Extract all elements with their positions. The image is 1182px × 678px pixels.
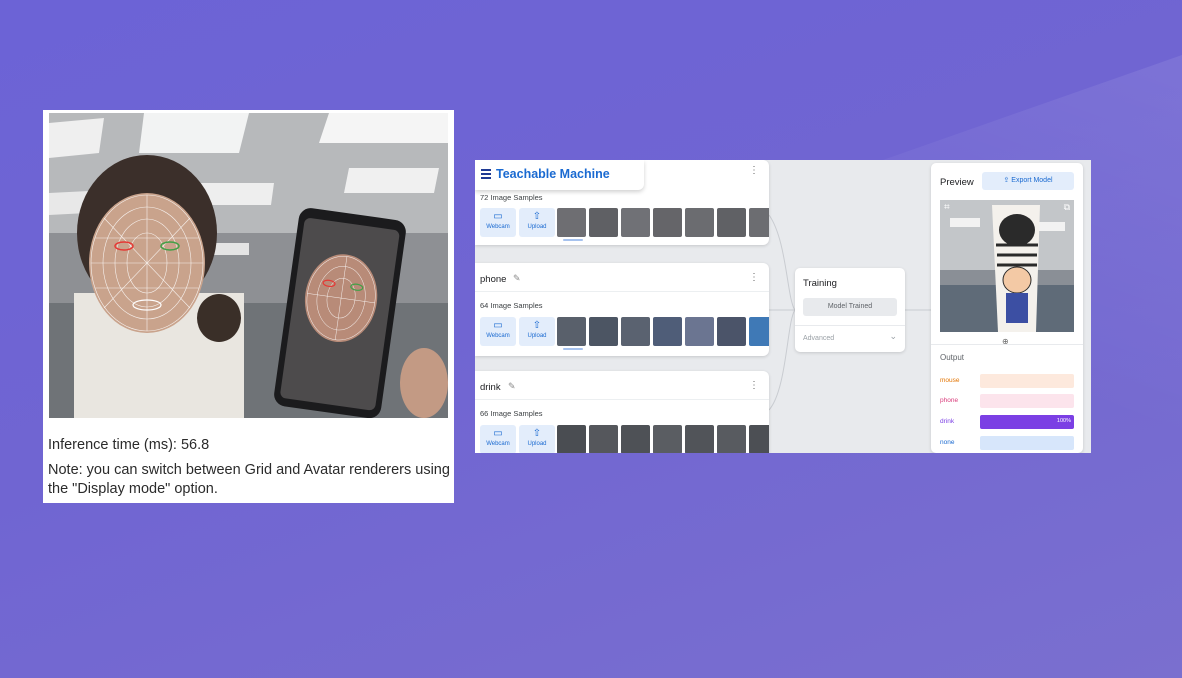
chevron-down-icon[interactable]: ⌄ (889, 331, 897, 342)
inference-time-text: Inference time (ms): 56.8 (48, 437, 210, 453)
sample-thumbnail[interactable] (589, 425, 618, 453)
face-mesh-camera-feed (49, 113, 448, 418)
sample-thumbnail[interactable] (749, 317, 769, 346)
sample-thumbnail[interactable] (557, 425, 586, 453)
sample-thumbnail[interactable] (685, 317, 714, 346)
output-class-name: phone (940, 397, 959, 404)
more-options-icon[interactable]: ⋮ (749, 272, 759, 283)
output-confidence-bar (980, 394, 1074, 408)
display-mode-note: Note: you can switch between Grid and Av… (48, 462, 450, 497)
edit-name-icon[interactable]: ✎ (508, 381, 516, 392)
sample-thumbnail[interactable] (621, 208, 650, 237)
crop-icon[interactable]: ⌗ (944, 202, 950, 213)
sample-thumbnail[interactable] (621, 425, 650, 453)
sample-thumbnail[interactable] (557, 317, 586, 346)
more-options-icon[interactable]: ⋮ (749, 380, 759, 391)
advanced-toggle[interactable]: Advanced (803, 335, 834, 342)
training-title: Training (803, 278, 837, 289)
divider (475, 291, 769, 292)
output-class-name: mouse (940, 377, 960, 384)
webcam-button[interactable]: ▭ Webcam (480, 208, 516, 237)
class-card-drink: drink ✎ ⋮ 66 Image Samples ▭ Webcam ⇧ Uplo… (475, 371, 769, 453)
upload-button[interactable]: ⇧ Upload (519, 208, 555, 237)
sample-thumbnail[interactable] (685, 425, 714, 453)
preview-title: Preview (940, 177, 974, 188)
app-title: Teachable Machine (496, 167, 610, 181)
sample-thumbnail[interactable] (589, 208, 618, 237)
sample-thumbnails[interactable] (557, 208, 769, 237)
divider (475, 399, 769, 400)
output-confidence-bar (980, 374, 1074, 388)
sample-count: 72 Image Samples (480, 193, 543, 202)
class-name[interactable]: drink (480, 382, 501, 393)
sample-thumbnail[interactable] (557, 208, 586, 237)
thumbnail-scrollbar[interactable] (563, 348, 583, 350)
sample-thumbnail[interactable] (717, 425, 746, 453)
webcam-icon: ▭ (493, 211, 503, 222)
teachable-machine-panel: Teachable Machine ⋮ 72 Image Samples ▭ We… (475, 160, 1091, 453)
app-header: Teachable Machine (475, 160, 644, 190)
sample-thumbnail[interactable] (717, 208, 746, 237)
sample-count: 66 Image Samples (480, 409, 543, 418)
edit-name-icon[interactable]: ✎ (513, 273, 521, 284)
sample-thumbnail[interactable] (717, 317, 746, 346)
upload-icon: ⇧ (532, 211, 542, 222)
output-class-name: drink (940, 418, 955, 425)
sample-thumbnail[interactable] (653, 425, 682, 453)
output-class-name: none (940, 439, 955, 446)
more-options-icon[interactable]: ⋮ (749, 165, 759, 176)
divider (931, 344, 1083, 345)
output-label: Output (940, 353, 965, 362)
preview-card: Preview ⇪ Export Model ⌗ ⧉ ⊕ Output mous… (931, 163, 1083, 453)
sample-count: 64 Image Samples (480, 301, 543, 310)
sample-thumbnail[interactable] (685, 208, 714, 237)
thumbnail-scrollbar[interactable] (563, 239, 583, 241)
webcam-icon: ▭ (493, 320, 503, 331)
webcam-button[interactable]: ▭ Webcam (480, 317, 516, 346)
sample-thumbnail[interactable] (749, 208, 769, 237)
sample-thumbnails[interactable] (557, 317, 769, 346)
webcam-icon: ▭ (493, 428, 503, 439)
sample-thumbnails[interactable] (557, 425, 769, 453)
model-trained-button[interactable]: Model Trained (803, 298, 897, 316)
training-card: Training Model Trained Advanced ⌄ (795, 268, 905, 352)
class-card-phone: phone ✎ ⋮ 64 Image Samples ▭ Webcam ⇧ Uplo… (475, 263, 769, 356)
export-model-button[interactable]: ⇪ Export Model (982, 172, 1074, 190)
sample-thumbnail[interactable] (653, 317, 682, 346)
confidence-percent: 100% (1056, 418, 1071, 424)
class-name[interactable]: phone (480, 274, 506, 285)
sample-thumbnail[interactable] (653, 208, 682, 237)
flip-icon[interactable]: ⧉ (1064, 202, 1070, 213)
upload-button[interactable]: ⇧ Upload (519, 317, 555, 346)
sample-thumbnail[interactable] (749, 425, 769, 453)
output-confidence-bar: 100% (980, 415, 1074, 429)
sample-thumbnail[interactable] (621, 317, 650, 346)
menu-icon[interactable] (481, 169, 491, 171)
upload-icon: ⇧ (532, 428, 542, 439)
webcam-button[interactable]: ▭ Webcam (480, 425, 516, 453)
face-mesh-demo-card: Inference time (ms): 56.8 Note: you can … (43, 110, 454, 503)
divider (795, 325, 905, 326)
preview-camera-feed: ⌗ ⧉ (940, 200, 1074, 332)
output-confidence-bar (980, 436, 1074, 450)
upload-button[interactable]: ⇧ Upload (519, 425, 555, 453)
upload-icon: ⇧ (532, 320, 542, 331)
sample-thumbnail[interactable] (589, 317, 618, 346)
